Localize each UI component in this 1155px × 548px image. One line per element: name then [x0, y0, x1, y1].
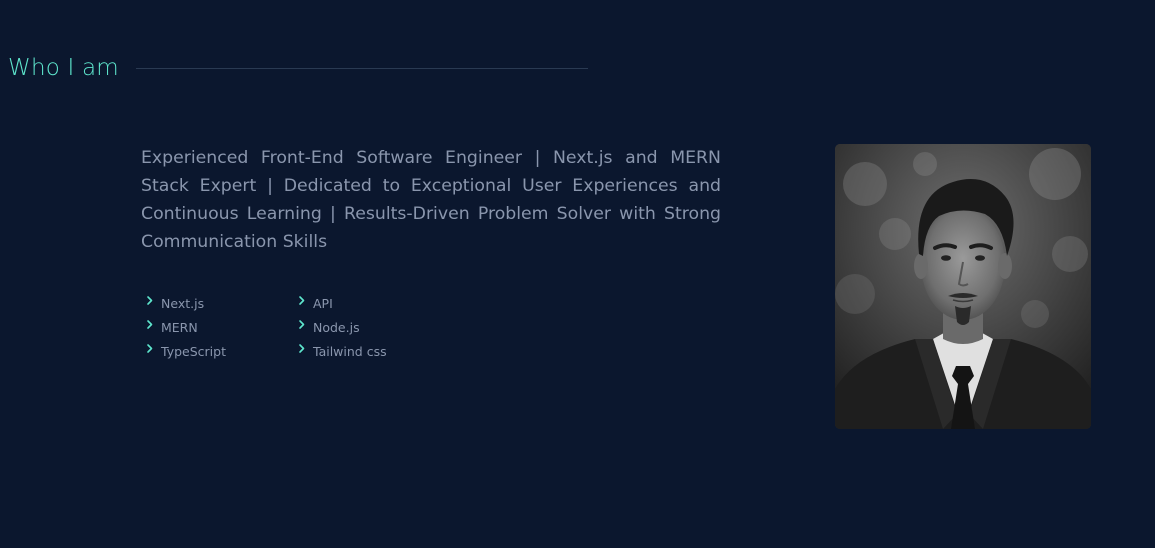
skill-item: MERN: [145, 318, 297, 336]
profile-photo: [835, 144, 1091, 429]
chevron-right-icon: [147, 295, 153, 305]
chevron-right-icon: [299, 343, 305, 353]
skill-item: Next.js: [145, 294, 297, 312]
section-title: Who I am: [8, 55, 119, 81]
chevron-right-icon: [147, 343, 153, 353]
skill-item: API: [297, 294, 449, 312]
skill-label: Node.js: [313, 319, 360, 335]
chevron-right-icon: [299, 295, 305, 305]
skills-list: Next.js API MERN Node.js TypeScript Tail…: [145, 294, 449, 360]
skill-label: API: [313, 295, 333, 311]
section-divider-line: [135, 67, 588, 69]
skill-label: MERN: [161, 319, 198, 335]
skill-label: Tailwind css: [313, 343, 387, 359]
section-header: Who I am: [8, 52, 588, 84]
skill-label: TypeScript: [161, 343, 226, 359]
skill-label: Next.js: [161, 295, 205, 311]
skill-item: TypeScript: [145, 342, 297, 360]
skill-item: Node.js: [297, 318, 449, 336]
bio-paragraph: Experienced Front-End Software Engineer …: [141, 148, 721, 252]
chevron-right-icon: [299, 319, 305, 329]
portrait-illustration: [835, 144, 1091, 429]
chevron-right-icon: [147, 319, 153, 329]
skill-item: Tailwind css: [297, 342, 449, 360]
